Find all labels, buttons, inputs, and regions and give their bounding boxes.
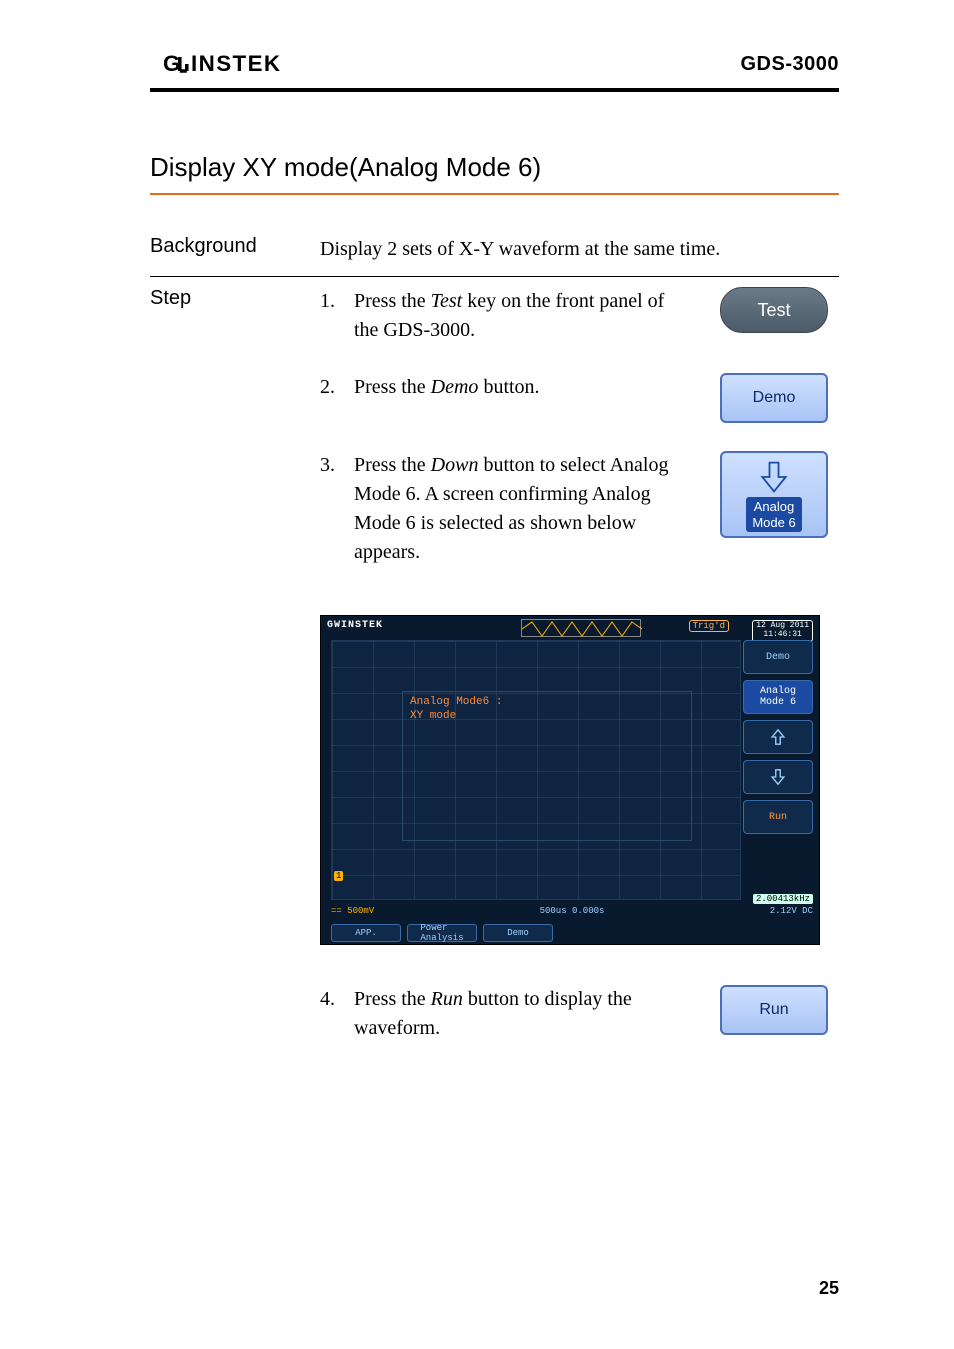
scope-side-down[interactable] bbox=[743, 760, 813, 794]
step-1-pre: Press the bbox=[354, 290, 431, 312]
step-2-pre: Press the bbox=[354, 376, 431, 398]
test-button[interactable]: Test bbox=[720, 287, 828, 333]
up-arrow-icon bbox=[769, 728, 787, 746]
scope-brand: GWINSTEK bbox=[327, 620, 383, 631]
down-arrow-icon bbox=[756, 459, 792, 495]
demo-button[interactable]: Demo bbox=[720, 373, 828, 423]
header-divider bbox=[150, 88, 839, 92]
step-1-key: Test bbox=[431, 290, 463, 312]
step-3-text: Press the Down button to select Analog M… bbox=[354, 451, 689, 567]
scope-soft-demo[interactable]: Demo bbox=[483, 924, 553, 942]
down-arrow-icon bbox=[769, 768, 787, 786]
scope-mode-label: Analog Mode6 :XY mode bbox=[410, 695, 502, 724]
model-label: GDS-3000 bbox=[741, 53, 840, 76]
step-2-post: button. bbox=[478, 376, 539, 398]
analog-mode6-label: AnalogMode 6 bbox=[746, 497, 801, 532]
step-4-pre: Press the bbox=[354, 988, 431, 1010]
scope-datetime: 12 Aug 201111:46:31 bbox=[752, 620, 813, 642]
step-4-text: Press the Run button to display the wave… bbox=[354, 985, 689, 1043]
waveform-thumb bbox=[521, 619, 641, 637]
scope-ch-left: == 500mV bbox=[331, 906, 374, 920]
scope-side-run[interactable]: Run bbox=[743, 800, 813, 834]
section-title: Display XY mode(Analog Mode 6) bbox=[150, 152, 839, 183]
scope-soft-power[interactable]: Power Analysis bbox=[407, 924, 477, 942]
ch1-indicator: 1 bbox=[334, 871, 343, 881]
page-number: 25 bbox=[819, 1278, 839, 1299]
background-text: Display 2 sets of X-Y waveform at the sa… bbox=[320, 235, 839, 264]
step-2-text: Press the Demo button. bbox=[354, 373, 689, 402]
scope-soft-app[interactable]: APP. bbox=[331, 924, 401, 942]
scope-grid: Analog Mode6 :XY mode 1 bbox=[331, 640, 741, 900]
scope-screenshot: GWINSTEK Trig'd 12 Aug 201111:46:31 Anal… bbox=[320, 615, 820, 945]
row-label-background: Background bbox=[150, 235, 320, 258]
brand-logo: G INSTEK bbox=[150, 50, 330, 78]
run-button[interactable]: Run bbox=[720, 985, 828, 1035]
step-4-key: Run bbox=[431, 988, 463, 1010]
scope-ch-right: 2.12V DC bbox=[770, 906, 813, 920]
step-2-key: Demo bbox=[431, 376, 479, 398]
row-label-step: Step bbox=[150, 287, 320, 310]
step-3-key: Down bbox=[431, 454, 479, 476]
step-1-text: Press the Test key on the front panel of… bbox=[354, 287, 689, 345]
svg-text:INSTEK: INSTEK bbox=[191, 51, 282, 76]
step-3-pre: Press the bbox=[354, 454, 431, 476]
scope-side-analog[interactable]: Analog Mode 6 bbox=[743, 680, 813, 714]
scope-side-demo[interactable]: Demo bbox=[743, 640, 813, 674]
scope-freq: 2.00413kHz bbox=[753, 894, 813, 904]
scope-side-up[interactable] bbox=[743, 720, 813, 754]
scope-ch-mid: 500us 0.000s bbox=[540, 906, 605, 920]
trig-status: Trig'd bbox=[689, 620, 729, 632]
down-analog-button[interactable]: AnalogMode 6 bbox=[720, 451, 828, 538]
section-divider bbox=[150, 193, 839, 195]
